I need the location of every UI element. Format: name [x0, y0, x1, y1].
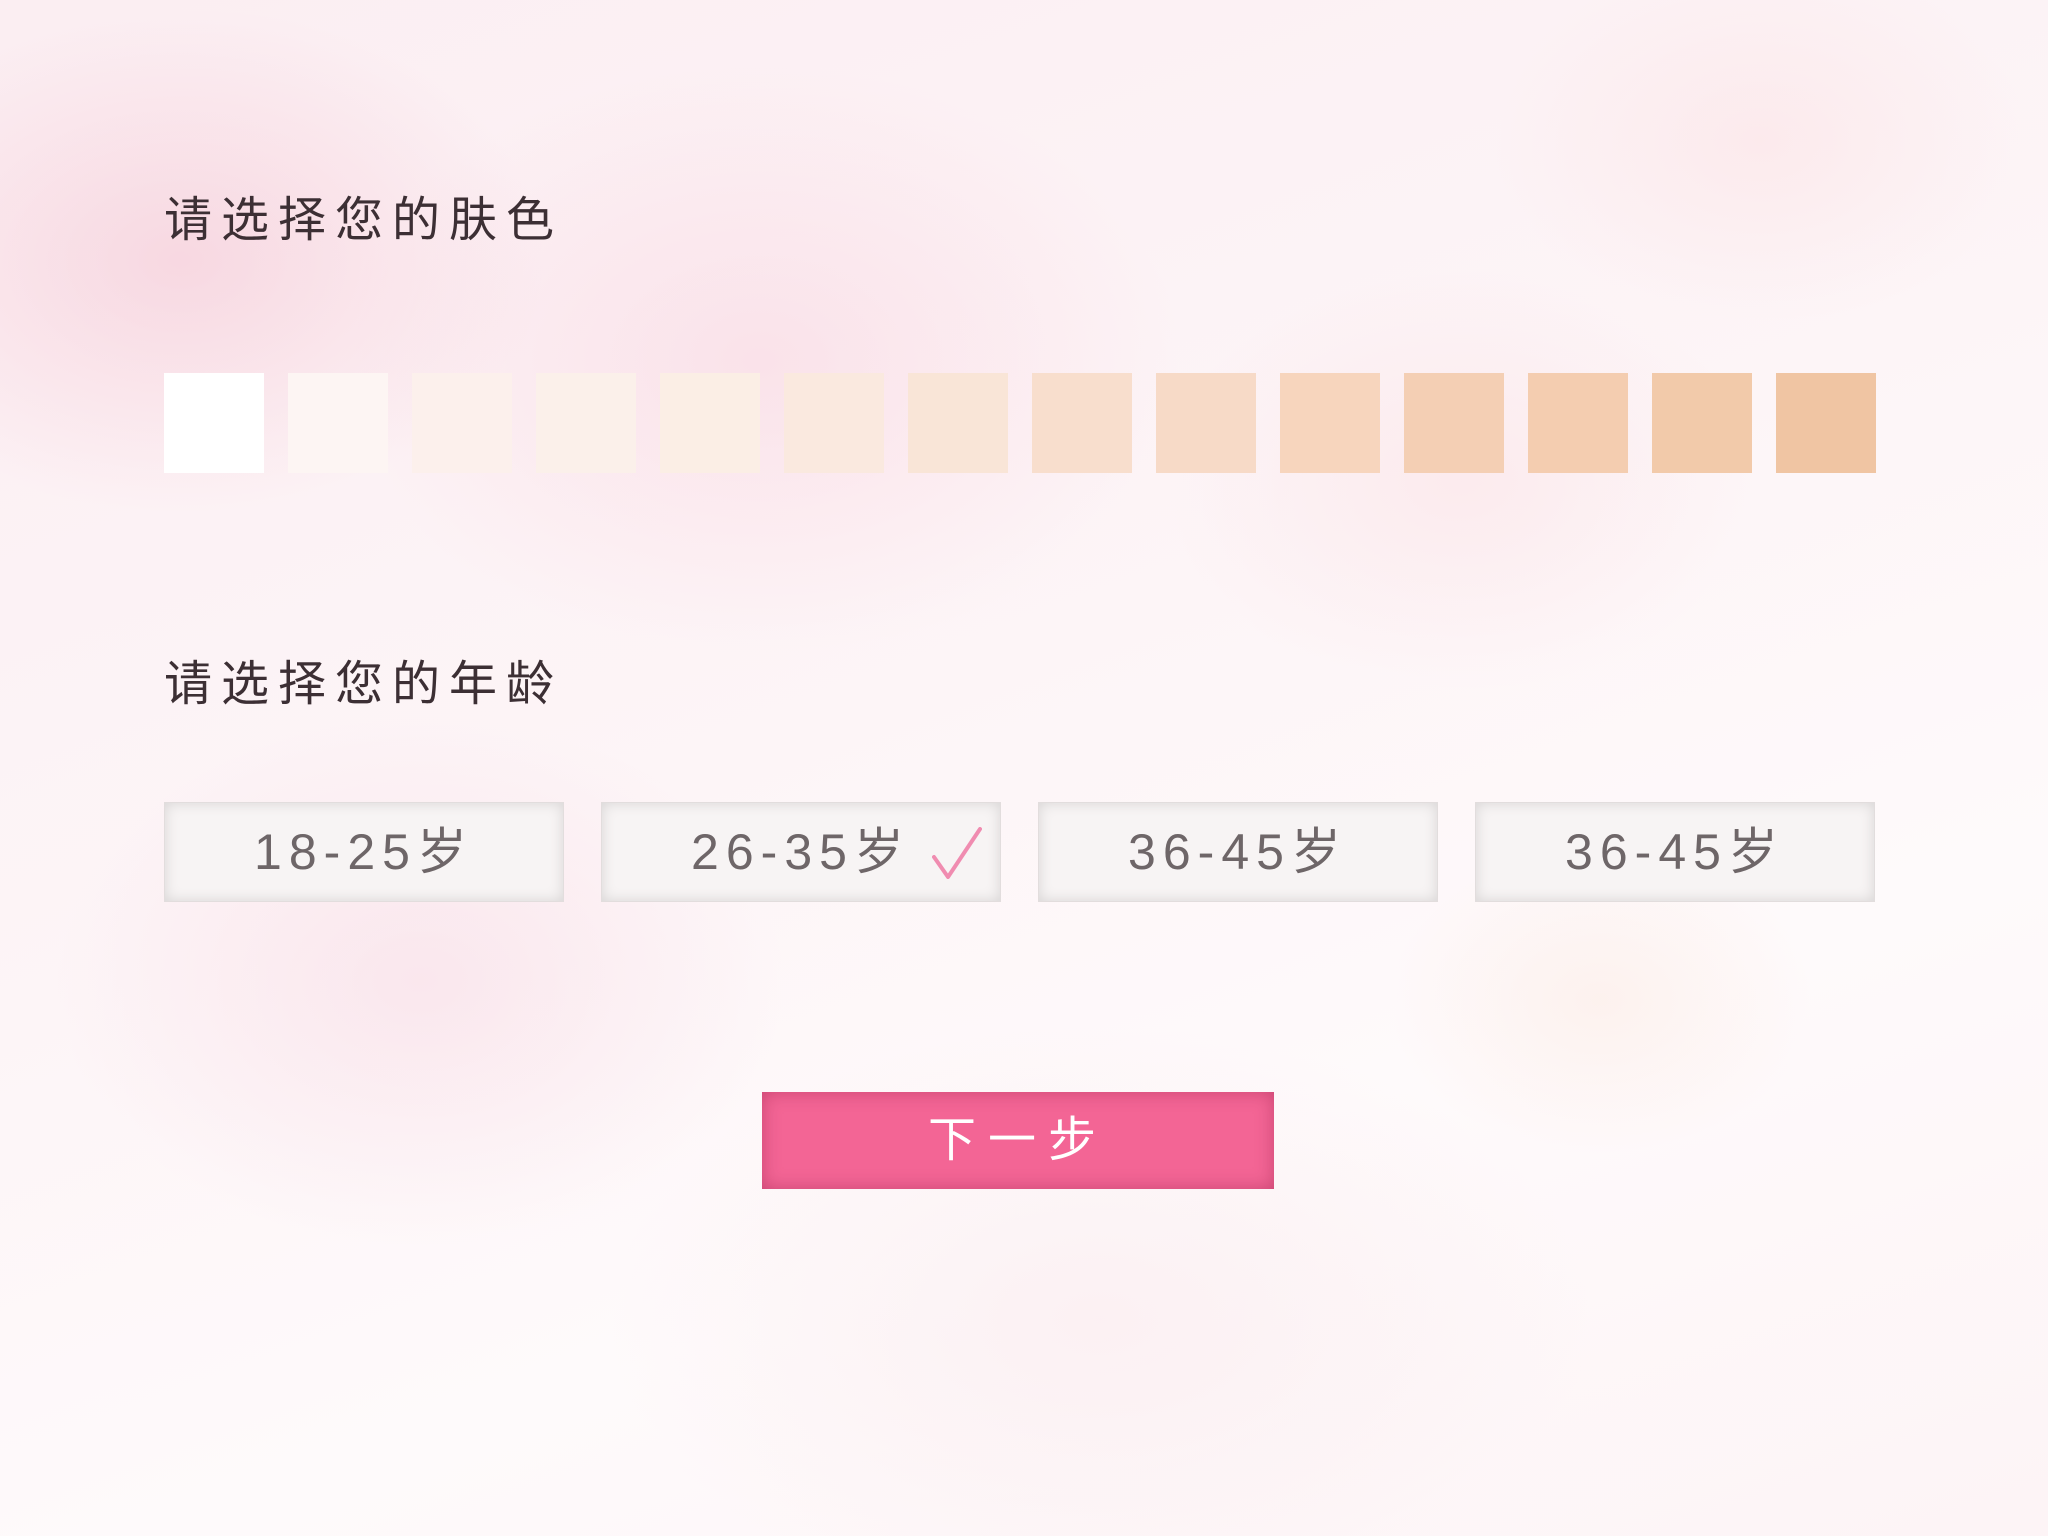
next-step-label: 下一步: [927, 1113, 1108, 1167]
skin-swatch-3[interactable]: [412, 373, 512, 473]
age-option-36-45[interactable]: 36-45岁: [1038, 802, 1438, 902]
next-step-button[interactable]: 下一步: [762, 1092, 1274, 1189]
age-option-36-45-duplicate[interactable]: 36-45岁: [1475, 802, 1875, 902]
skin-swatch-10[interactable]: [1280, 373, 1380, 473]
skin-swatch-6[interactable]: [784, 373, 884, 473]
skin-tone-swatches: [164, 373, 1876, 473]
age-option-label: 36-45岁: [1565, 824, 1785, 880]
age-option-26-35[interactable]: 26-35岁: [601, 802, 1001, 902]
skin-swatch-8[interactable]: [1032, 373, 1132, 473]
skin-swatch-14[interactable]: [1776, 373, 1876, 473]
skin-swatch-2[interactable]: [288, 373, 388, 473]
age-option-label: 36-45岁: [1128, 824, 1348, 880]
age-options: 18-25岁 26-35岁 36-45岁 36-45岁: [164, 802, 1875, 902]
age-option-18-25[interactable]: 18-25岁: [164, 802, 564, 902]
skin-swatch-1[interactable]: [164, 373, 264, 473]
skin-swatch-12[interactable]: [1528, 373, 1628, 473]
skin-swatch-9[interactable]: [1156, 373, 1256, 473]
age-heading: 请选择您的年龄: [164, 656, 564, 712]
skin-swatch-13[interactable]: [1652, 373, 1752, 473]
check-icon: [932, 827, 982, 879]
skin-swatch-4[interactable]: [536, 373, 636, 473]
age-option-label: 18-25岁: [254, 824, 474, 880]
skin-swatch-7[interactable]: [908, 373, 1008, 473]
age-option-label: 26-35岁: [691, 824, 911, 880]
skin-tone-heading: 请选择您的肤色: [164, 192, 564, 248]
skin-swatch-11[interactable]: [1404, 373, 1504, 473]
skin-swatch-5[interactable]: [660, 373, 760, 473]
